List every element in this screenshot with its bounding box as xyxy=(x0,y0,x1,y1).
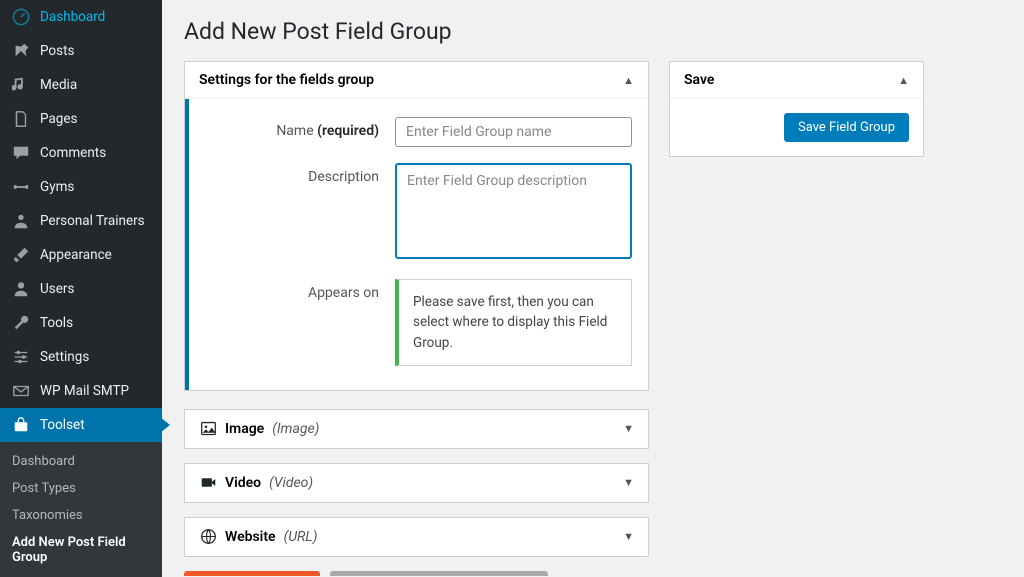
appears-on-label: Appears on xyxy=(205,279,395,301)
chevron-up-icon: ▲ xyxy=(623,74,634,87)
field-row-video[interactable]: Video (Video) ▼ xyxy=(184,463,649,503)
submenu-dashboard[interactable]: Dashboard xyxy=(0,448,162,475)
sidebar-item-tools[interactable]: Tools xyxy=(0,306,162,340)
trainers-icon xyxy=(12,212,30,230)
chevron-down-icon: ▼ xyxy=(623,476,634,489)
toolset-icon xyxy=(12,416,30,434)
field-type: (Video) xyxy=(269,475,313,491)
field-title: Website xyxy=(225,529,276,545)
field-row-website[interactable]: Website (URL) ▼ xyxy=(184,517,649,557)
globe-icon xyxy=(199,528,217,546)
submenu-post-types[interactable]: Post Types xyxy=(0,475,162,502)
save-panel: Save ▲ Save Field Group xyxy=(669,61,924,157)
sidebar-item-comments[interactable]: Comments xyxy=(0,136,162,170)
sidebar-label: Appearance xyxy=(40,247,112,263)
pin-icon xyxy=(12,42,30,60)
sidebar-item-users[interactable]: Users xyxy=(0,272,162,306)
field-title: Video xyxy=(225,475,261,491)
name-input[interactable] xyxy=(395,117,632,147)
admin-sidebar: Dashboard Posts Media Pages Comments Gym… xyxy=(0,0,162,576)
sliders-icon xyxy=(12,348,30,366)
field-row-image[interactable]: Image (Image) ▼ xyxy=(184,409,649,449)
sidebar-item-wpmailsmtp[interactable]: WP Mail SMTP xyxy=(0,374,162,408)
sidebar-item-settings[interactable]: Settings xyxy=(0,340,162,374)
sidebar-label: Toolset xyxy=(40,417,85,433)
sidebar-label: Dashboard xyxy=(40,9,105,25)
save-panel-title: Save xyxy=(684,72,714,88)
pages-icon xyxy=(12,110,30,128)
field-type: (Image) xyxy=(272,421,319,437)
sidebar-label: Comments xyxy=(40,145,106,161)
save-field-group-button[interactable]: Save Field Group xyxy=(784,113,909,142)
add-new-field-button[interactable]: + Add New Field xyxy=(184,571,320,576)
chevron-up-icon: ▲ xyxy=(898,74,909,87)
sidebar-item-appearance[interactable]: Appearance xyxy=(0,238,162,272)
sidebar-label: Pages xyxy=(40,111,78,127)
field-type: (URL) xyxy=(284,529,318,545)
sidebar-submenu: Dashboard Post Types Taxonomies Add New … xyxy=(0,442,162,577)
description-textarea[interactable] xyxy=(395,163,632,259)
sidebar-label: Users xyxy=(40,281,74,297)
submenu-taxonomies[interactable]: Taxonomies xyxy=(0,502,162,529)
gyms-icon xyxy=(12,178,30,196)
sidebar-label: Settings xyxy=(40,349,89,365)
chevron-down-icon: ▼ xyxy=(623,422,634,435)
sidebar-label: Gyms xyxy=(40,179,74,195)
settings-panel: Settings for the fields group ▲ Name (re… xyxy=(184,61,649,391)
sidebar-label: WP Mail SMTP xyxy=(40,383,129,399)
mail-icon xyxy=(12,382,30,400)
main-content: Add New Post Field Group Settings for th… xyxy=(162,0,1024,576)
settings-panel-title: Settings for the fields group xyxy=(199,72,374,88)
sidebar-item-posts[interactable]: Posts xyxy=(0,34,162,68)
description-label: Description xyxy=(205,163,395,185)
sidebar-item-media[interactable]: Media xyxy=(0,68,162,102)
comment-icon xyxy=(12,144,30,162)
media-icon xyxy=(12,76,30,94)
save-panel-header[interactable]: Save ▲ xyxy=(670,62,923,99)
sidebar-item-pages[interactable]: Pages xyxy=(0,102,162,136)
sidebar-label: Tools xyxy=(40,315,73,331)
add-repeatable-group-button: + Add New Repeatable Group xyxy=(330,571,548,576)
sidebar-label: Personal Trainers xyxy=(40,213,145,229)
brush-icon xyxy=(12,246,30,264)
sidebar-item-trainers[interactable]: Personal Trainers xyxy=(0,204,162,238)
settings-panel-header[interactable]: Settings for the fields group ▲ xyxy=(185,62,648,99)
submenu-add-new-field-group[interactable]: Add New Post Field Group xyxy=(0,529,162,571)
sidebar-item-gyms[interactable]: Gyms xyxy=(0,170,162,204)
wrench-icon xyxy=(12,314,30,332)
sidebar-item-dashboard[interactable]: Dashboard xyxy=(0,0,162,34)
field-title: Image xyxy=(225,421,264,437)
video-icon xyxy=(199,474,217,492)
user-icon xyxy=(12,280,30,298)
appears-on-info: Please save first, then you can select w… xyxy=(395,279,632,366)
page-title: Add New Post Field Group xyxy=(184,18,1002,45)
sidebar-item-toolset[interactable]: Toolset xyxy=(0,408,162,442)
sidebar-label: Media xyxy=(40,77,77,93)
chevron-down-icon: ▼ xyxy=(623,530,634,543)
sidebar-label: Posts xyxy=(40,43,74,59)
name-label: Name (required) xyxy=(205,117,395,139)
image-icon xyxy=(199,420,217,438)
dashboard-icon xyxy=(12,8,30,26)
